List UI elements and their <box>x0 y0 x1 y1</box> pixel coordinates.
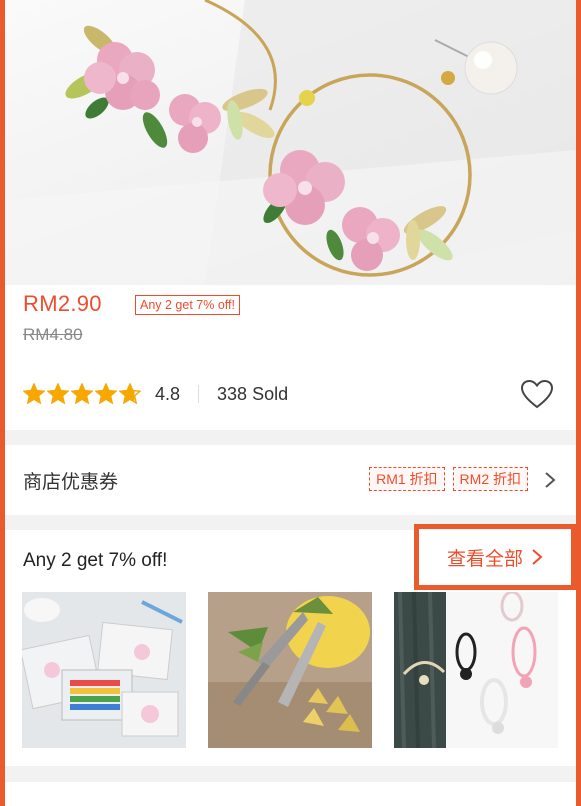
shop-vouchers-label: 商店优惠券 <box>23 472 119 493</box>
pineapple-tool-image <box>208 592 372 748</box>
promo-badge[interactable]: Any 2 get 7% off! <box>135 295 240 315</box>
star-icon <box>95 383 117 405</box>
product-image[interactable] <box>5 0 576 285</box>
star-icon <box>119 383 141 405</box>
see-all-button[interactable]: 查看全部 <box>414 524 576 590</box>
bundle-product-curtain-tieback[interactable] <box>394 592 558 748</box>
sold-count: 338 Sold <box>217 383 289 404</box>
curtain-tieback-image <box>394 592 558 748</box>
product-price: RM2.90 <box>23 291 102 316</box>
earrings-illustration <box>5 0 576 285</box>
pouch-product-image <box>22 592 186 748</box>
chevron-right-icon[interactable] <box>544 471 556 489</box>
heart-icon[interactable] <box>520 379 554 409</box>
rating-row: 4.8 338 Sold <box>23 381 288 407</box>
rating-value: 4.8 <box>155 383 181 404</box>
voucher-chips: RM1 折扣 RM2 折扣 <box>369 467 528 491</box>
original-price: RM4.80 <box>23 325 83 344</box>
next-section-strip <box>5 782 576 806</box>
chevron-right-icon <box>532 549 543 565</box>
star-icon <box>71 383 93 405</box>
star-icon <box>47 383 69 405</box>
bundle-deal-section: Any 2 get 7% off! 查看全部 <box>5 524 576 766</box>
product-info: RM2.90 Any 2 get 7% off! RM4.80 4.8 338 … <box>5 285 576 430</box>
voucher-chip-rm1[interactable]: RM1 折扣 <box>369 467 445 491</box>
bundle-deal-title: Any 2 get 7% off! <box>23 550 168 571</box>
bundle-product-pouches[interactable] <box>22 592 186 748</box>
see-all-label: 查看全部 <box>446 548 523 570</box>
rating-stars <box>23 383 141 405</box>
voucher-chip-rm2[interactable]: RM2 折扣 <box>452 467 528 491</box>
bundle-product-pineapple-tool[interactable] <box>208 592 372 748</box>
divider <box>198 385 200 403</box>
shop-vouchers-row[interactable]: 商店优惠券 RM1 折扣 RM2 折扣 <box>5 445 576 515</box>
star-icon <box>23 383 45 405</box>
bundle-product-list <box>22 592 558 748</box>
